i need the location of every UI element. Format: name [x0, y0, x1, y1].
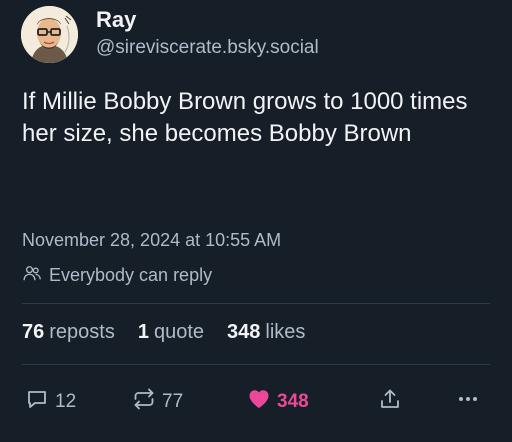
more-button[interactable] — [456, 387, 480, 417]
repost-icon — [132, 387, 156, 417]
divider — [22, 303, 490, 304]
heart-icon — [247, 387, 271, 417]
likes-label: likes — [265, 321, 306, 343]
post-actions: 12 77 348 — [0, 379, 512, 419]
post: Ray @sireviscerate.bsky.social If Millie… — [0, 0, 512, 442]
share-button[interactable] — [378, 387, 402, 417]
like-count: 348 — [277, 391, 309, 412]
reply-icon — [25, 387, 49, 417]
reposts-label: reposts — [49, 321, 115, 343]
divider — [22, 364, 490, 365]
post-text: If Millie Bobby Brown grows to 1000 time… — [22, 88, 468, 147]
like-button[interactable]: 348 — [247, 387, 309, 417]
repost-count: 77 — [162, 391, 184, 412]
post-header: Ray @sireviscerate.bsky.social — [21, 4, 319, 64]
reposts-stat[interactable]: 76 reposts — [22, 321, 115, 344]
author-display-name[interactable]: Ray — [96, 7, 319, 33]
repost-button[interactable]: 77 — [132, 387, 183, 417]
quotes-stat[interactable]: 1 quote — [138, 321, 204, 344]
reply-setting-label: Everybody can reply — [49, 265, 213, 285]
author-names: Ray @sireviscerate.bsky.social — [96, 7, 319, 61]
likes-stat[interactable]: 348 likes — [227, 321, 305, 344]
people-icon — [22, 263, 49, 288]
share-icon — [378, 387, 402, 417]
post-timestamp: November 28, 2024 at 10:55 AM — [22, 230, 282, 250]
quotes-label: quote — [153, 321, 205, 343]
reposts-count: 76 — [22, 321, 45, 343]
post-stats: 76 reposts 1 quote 348 likes — [22, 321, 328, 344]
quotes-count: 1 — [137, 321, 149, 343]
more-icon — [456, 387, 480, 417]
avatar[interactable] — [21, 5, 78, 63]
author-handle[interactable]: @sireviscerate.bsky.social — [96, 35, 319, 61]
likes-count: 348 — [227, 321, 261, 343]
reply-setting: Everybody can reply — [22, 263, 212, 288]
reply-count: 12 — [55, 391, 77, 412]
reply-button[interactable]: 12 — [25, 387, 76, 417]
